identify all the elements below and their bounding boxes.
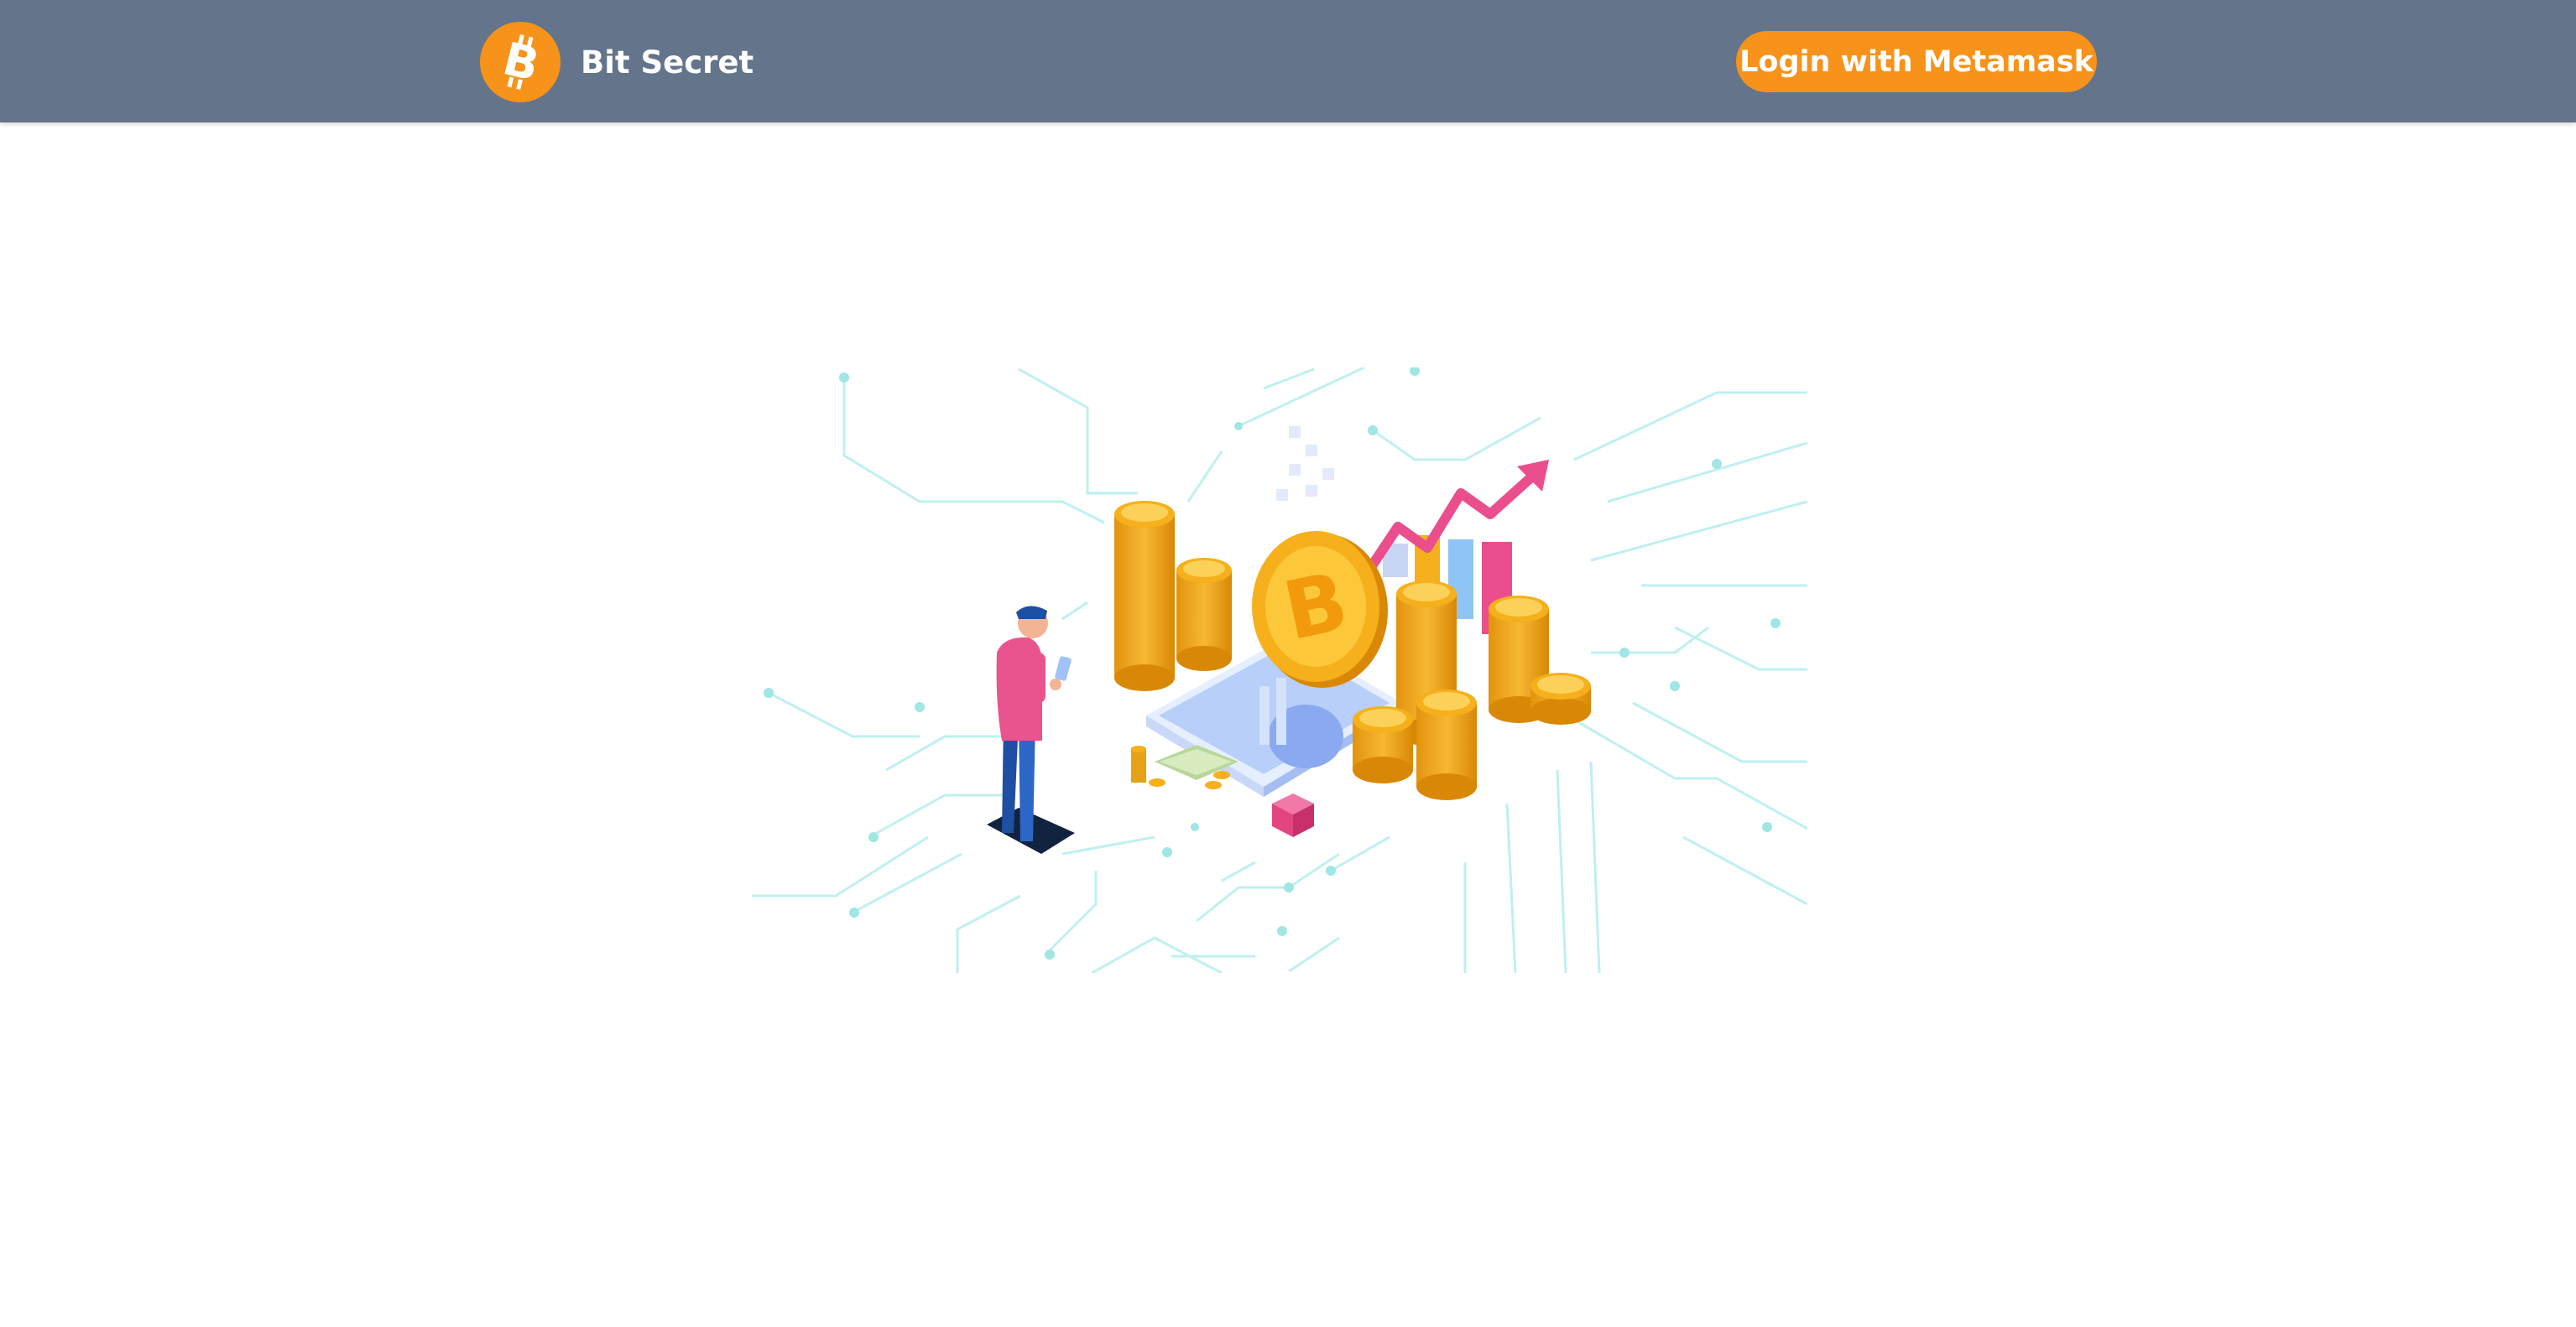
pink-cube (1272, 794, 1314, 837)
person-figure (987, 606, 1075, 854)
coin-stack-left (1114, 501, 1175, 691)
hero-illustration: B (752, 367, 1807, 973)
brand-link[interactable]: B Bit Secret (480, 22, 754, 102)
coin-stack-front-1 (1353, 706, 1413, 783)
bitcoin-logo-icon: B (480, 22, 561, 102)
coin-stack-left-2 (1176, 558, 1232, 671)
crypto-investment-illustration: B (752, 367, 1807, 973)
coin-stack-front-2 (1416, 690, 1477, 800)
coin-stack-small (1530, 673, 1591, 725)
top-navbar: B Bit Secret Login with Metamask (0, 0, 2576, 122)
brand-name: Bit Secret (581, 44, 754, 81)
login-metamask-button[interactable]: Login with Metamask (1736, 31, 2097, 92)
